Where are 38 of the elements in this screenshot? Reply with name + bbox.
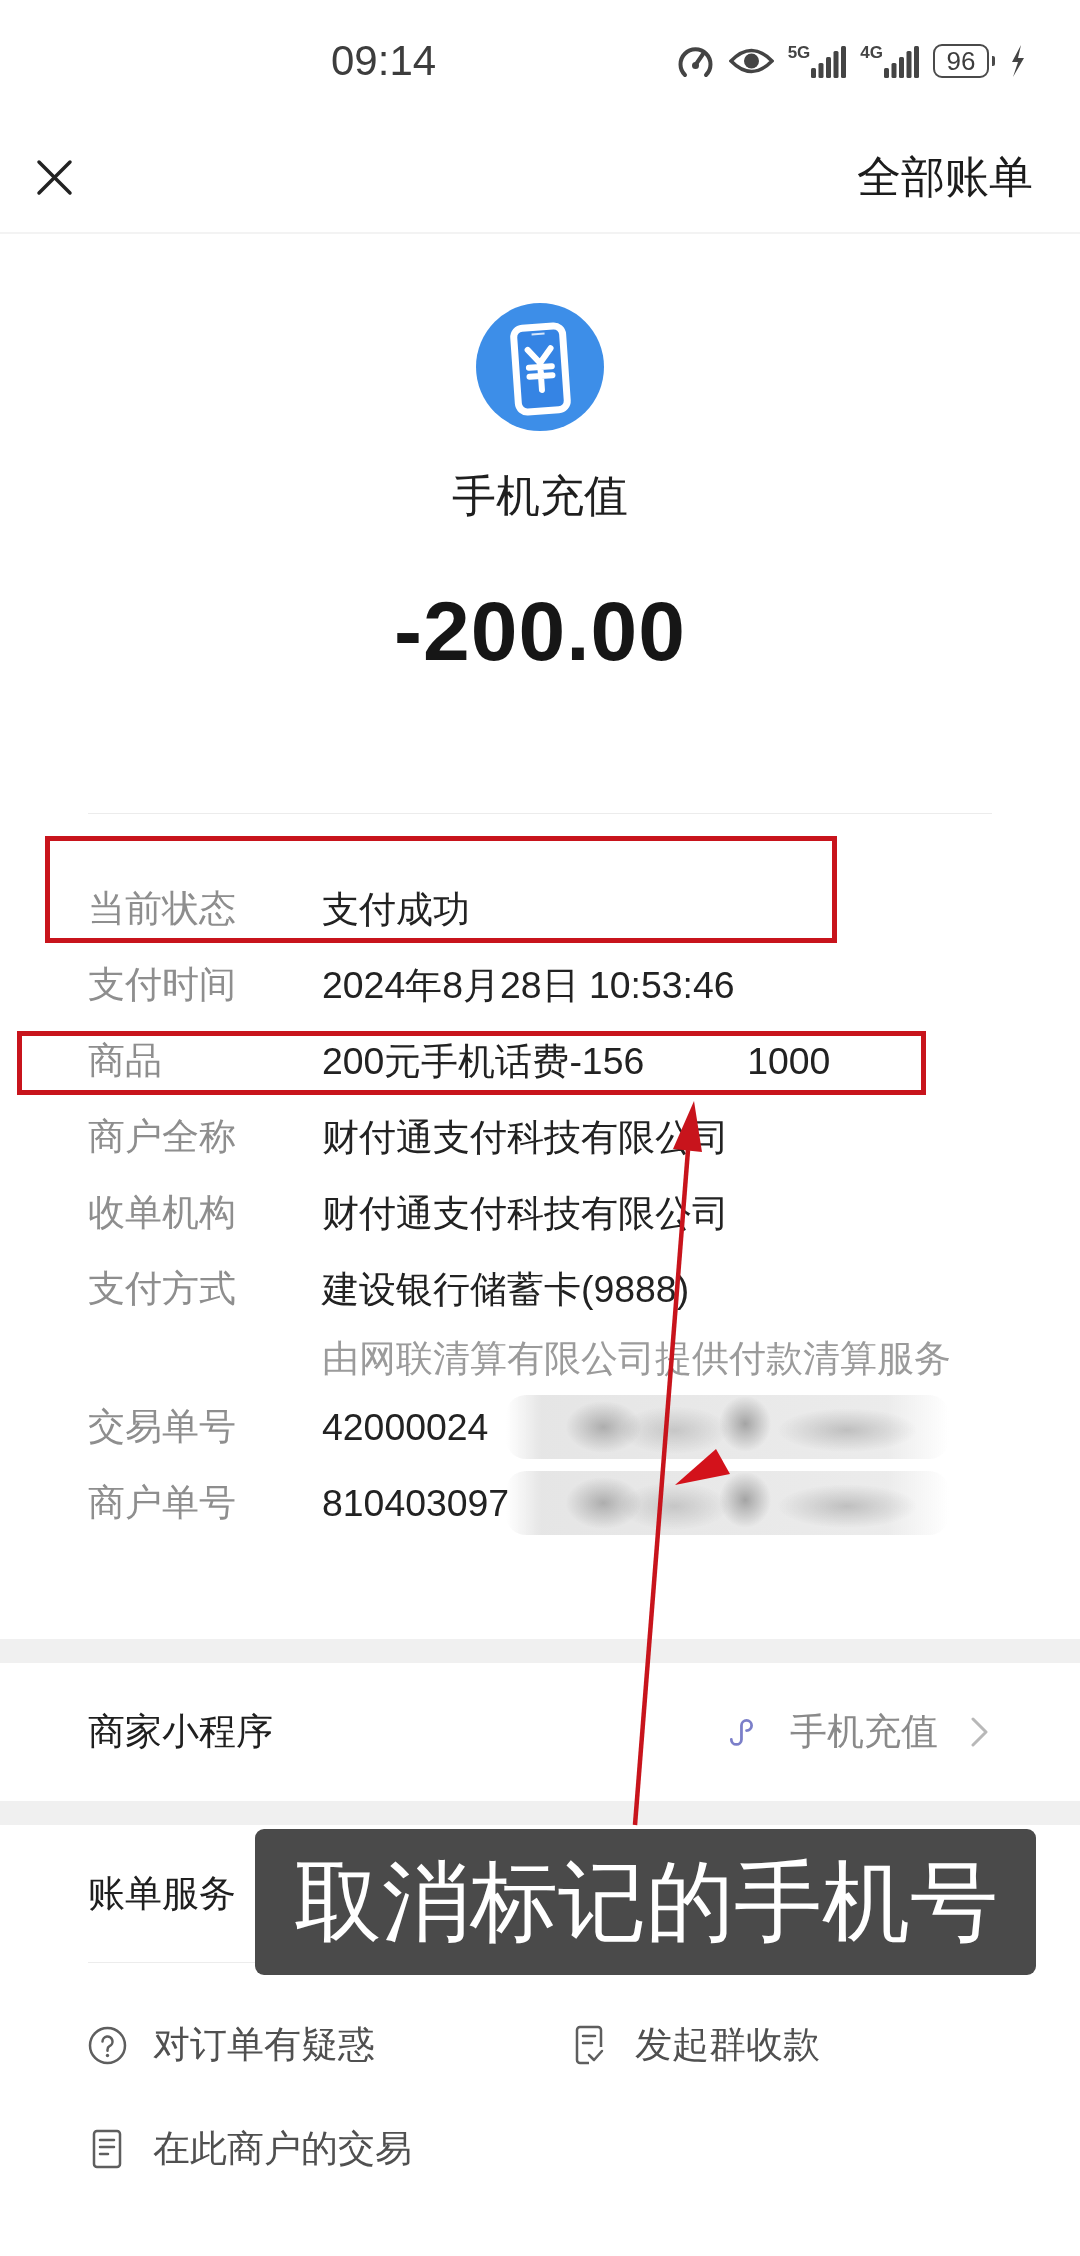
service-link[interactable]: 发起群收款	[575, 2021, 820, 2069]
section-label: 账单服务	[88, 1871, 236, 1916]
detail-label: 商户单号	[88, 1481, 236, 1525]
arrowhead-mark	[675, 1449, 730, 1485]
detail-label: 交易单号	[88, 1405, 236, 1449]
s-curve-icon	[729, 1716, 753, 1748]
detail-label: 收单机构	[88, 1191, 236, 1235]
status-time: 09:14	[331, 37, 437, 85]
bill-amount: -200.00	[394, 583, 686, 680]
caption-label: 取消标记的手机号	[255, 1829, 1036, 1975]
detail-label: 当前状态	[88, 887, 236, 931]
signal-bars-icon	[811, 46, 847, 78]
detail-label: 支付方式	[88, 1267, 236, 1311]
chevron-right-icon	[971, 1717, 988, 1747]
detail-value: 810403097	[322, 1481, 510, 1526]
signal-bars-icon	[884, 46, 919, 78]
bill-title: 手机充值	[452, 470, 628, 522]
close-icon[interactable]	[36, 158, 73, 196]
service-link[interactable]: 在此商户的交易	[88, 2125, 412, 2173]
detail-value: 1000	[747, 1039, 831, 1084]
all-bills-link[interactable]: 全部账单	[857, 149, 1033, 205]
detail-label: 商品	[88, 1039, 162, 1083]
phone-yuan-icon	[476, 303, 604, 431]
battery-indicator: 96	[933, 44, 995, 78]
network-type-label: 4G	[860, 44, 883, 62]
detail-value: 42000024	[322, 1405, 489, 1450]
eye-icon	[728, 46, 774, 76]
detail-label: 支付时间	[88, 963, 236, 1007]
document-icon	[92, 2129, 122, 2169]
network-type-label: 5G	[787, 44, 811, 62]
document-check-icon	[575, 2025, 605, 2065]
question-circle-icon	[88, 2025, 127, 2065]
service-link[interactable]: 对订单有疑惑	[88, 2021, 375, 2069]
detail-value: 2024年8月28日 10:53:46	[322, 963, 735, 1008]
detail-value: 支付成功	[322, 887, 470, 932]
detail-value: 200元手机话费-156	[322, 1039, 645, 1084]
detail-label: 商户全称	[88, 1115, 236, 1159]
section-label: 商家小程序	[88, 1710, 273, 1754]
